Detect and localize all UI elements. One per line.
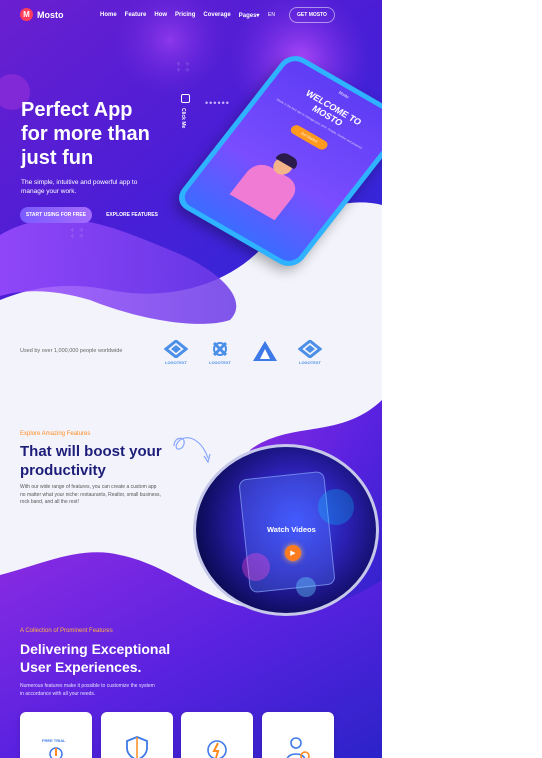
watch-videos-label[interactable]: Watch Videos [267,525,316,534]
brand-name: Mosto [37,9,64,20]
features-title: That will boost your productivity [20,442,180,480]
features-text: With our wide range of features, you can… [20,484,170,507]
cursor-click-icon [49,747,63,758]
collection-text: Numerous features make it possible to cu… [20,683,180,698]
hero-subtitle-line: manage your work. [21,188,77,195]
collection-text-line: Numerous features make it possible to cu… [20,683,155,689]
collection-title-line: User Experiences. [20,659,142,675]
click-me-icon [181,94,190,103]
hero-subtitle-line: The simple, intuitive and powerful app t… [21,179,138,186]
used-by-text: Used by over 1,000,000 people worldwide [20,348,123,354]
hero-title: Perfect App for more than just fun [21,98,181,170]
user-icon [286,737,310,758]
logo-icon: M [20,8,33,21]
section-eyebrow: A Collection of Prominent Features [20,628,113,634]
play-icon[interactable]: ▶ [285,545,301,561]
dots-decoration: •••••• [205,98,230,108]
partner-logo-text: LOGOTEXT [299,360,321,365]
collection-text-line: in accordance with all your needs. [20,690,96,697]
partner-logo: LOGOTEXT [298,340,322,365]
nav-feature[interactable]: Feature [125,12,147,19]
nav-coverage[interactable]: Coverage [203,12,230,19]
features-text-line: no matter what your niche: restaurants, … [20,491,161,498]
partner-logo: LOGOTEXT [164,340,188,365]
features-text-line: rock band, and all the rest! [20,499,79,505]
nav-pricing[interactable]: Pricing [175,12,195,19]
hero-title-line: for more than [21,123,150,145]
triangle-logo-icon [253,341,277,361]
brand-logo[interactable]: M Mosto [20,8,64,21]
nav-pages[interactable]: Pages▾ [239,12,260,19]
partner-logo [252,340,278,362]
dots-grid-decoration: ⁘ ⁘ ⁘ ⁘ [176,62,191,74]
collection-title: Delivering Exceptional User Experiences. [20,640,220,676]
hero-title-line: just fun [21,147,94,169]
partner-logo: LOGOTEXT [208,340,232,365]
lightning-icon [207,740,227,758]
feature-card[interactable]: FREE TRIAL [20,712,92,758]
partner-logo-text: LOGOTEXT [209,360,231,365]
features-title-line: productivity [20,462,106,479]
chevron-down-icon: ▾ [256,13,260,19]
hero-title-line: Perfect App [21,99,133,121]
knot-logo-icon [212,341,228,357]
free-trial-label: FREE TRIAL [42,738,66,743]
shield-icon [126,736,148,758]
explore-features-button[interactable]: EXPLORE FEATURES [100,207,164,223]
dots-grid-decoration: ⁘ ⁘ ⁘ ⁘ [70,228,85,240]
feature-card[interactable] [262,712,334,758]
hero-subtitle: The simple, intuitive and powerful app t… [21,178,161,196]
diamond-logo-icon [298,340,322,358]
click-me-link[interactable]: Click Me [180,108,186,128]
feature-card[interactable] [181,712,253,758]
features-title-line: That will boost your [20,443,162,460]
main-nav: Home Feature How Pricing Coverage Pages▾ [100,12,259,19]
diamond-logo-icon [164,340,188,358]
features-text-line: With our wide range of features, you can… [20,484,157,490]
get-app-button[interactable]: GET MOSTO [289,7,335,23]
nav-how[interactable]: How [154,12,167,19]
collection-title-line: Delivering Exceptional [20,641,171,657]
start-free-button[interactable]: START USING FOR FREE [20,207,92,223]
section-eyebrow: Explore Amazing Features [20,431,91,437]
partner-logo-text: LOGOTEXT [165,360,187,365]
landing-page: M Mosto Home Feature How Pricing Coverag… [0,0,382,758]
nav-home[interactable]: Home [100,12,117,19]
feature-card[interactable] [101,712,173,758]
nav-pages-label: Pages [238,13,257,19]
language-selector[interactable]: EN [268,12,275,18]
